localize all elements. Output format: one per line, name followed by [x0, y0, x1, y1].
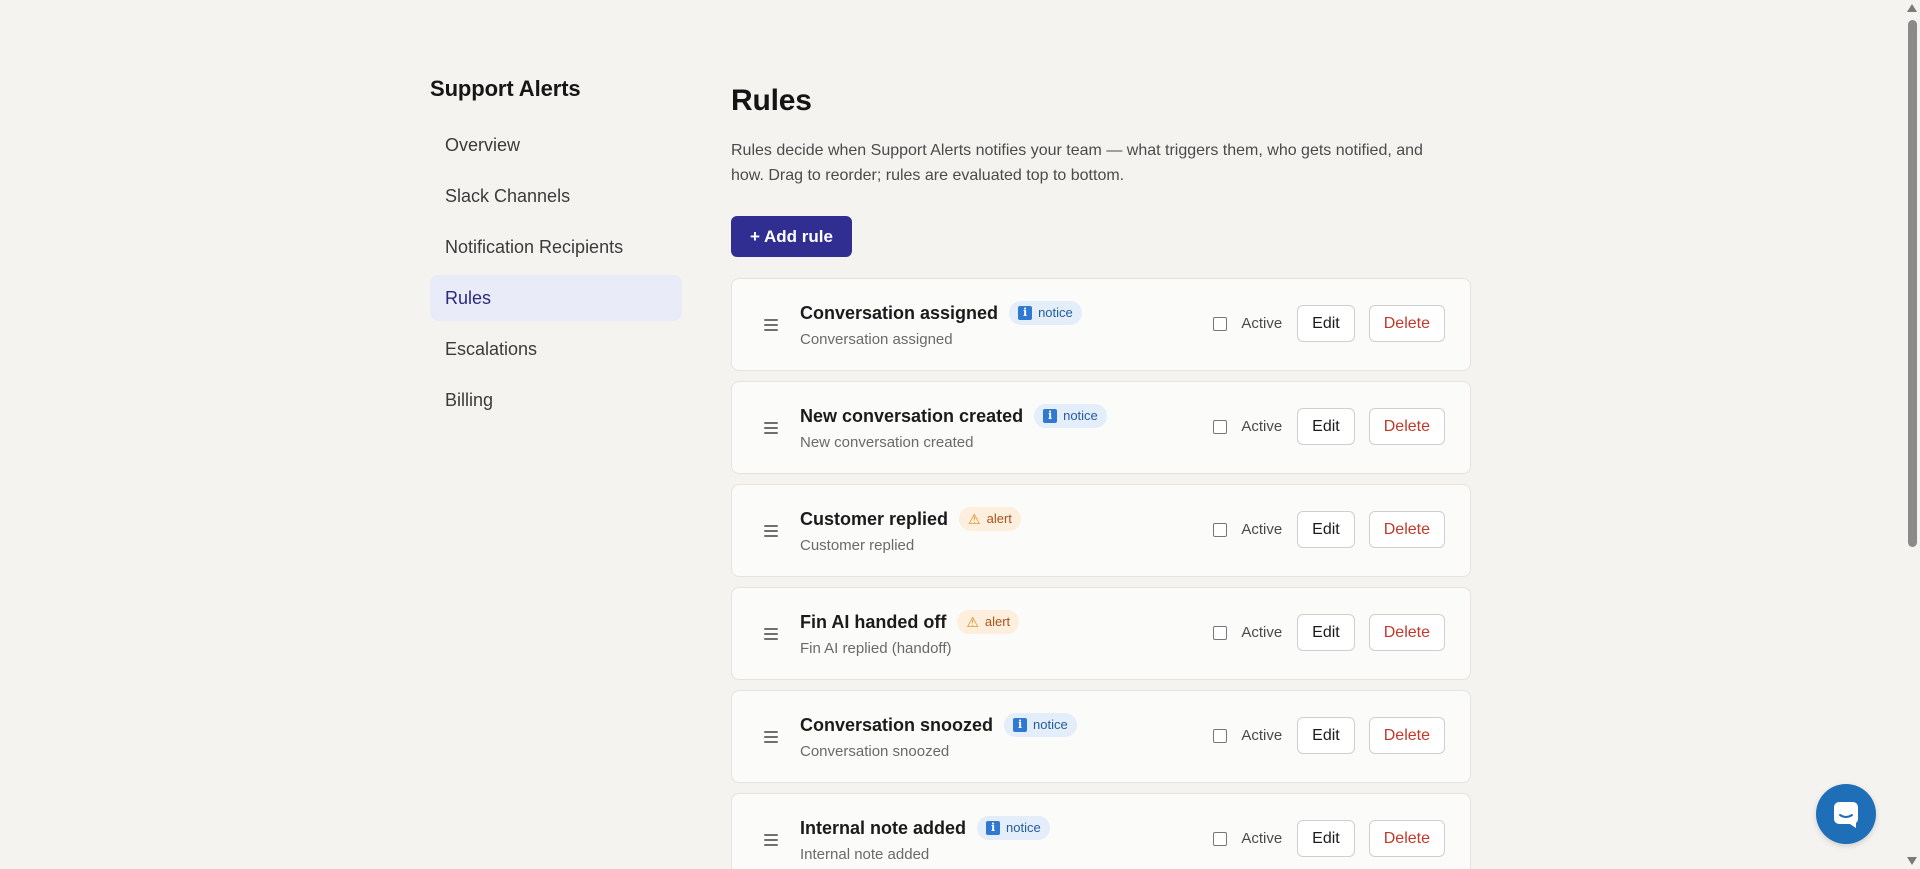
rule-card[interactable]: New conversation created i notice New co… [731, 381, 1471, 474]
severity-badge-label: notice [1038, 305, 1073, 320]
delete-button[interactable]: Delete [1368, 511, 1445, 548]
rule-name: Conversation assigned [800, 302, 999, 323]
drag-handle-icon[interactable] [764, 525, 778, 537]
sidebar-item-rules[interactable]: Rules [430, 275, 682, 321]
active-checkbox[interactable] [1213, 831, 1228, 846]
sidebar-item-overview[interactable]: Overview [430, 122, 682, 168]
active-label: Active [1241, 830, 1283, 847]
active-checkbox[interactable] [1213, 625, 1228, 640]
active-checkbox[interactable] [1213, 419, 1228, 434]
active-checkbox[interactable] [1213, 728, 1228, 743]
page-description: Rules decide when Support Alerts notifie… [731, 142, 1423, 184]
delete-button[interactable]: Delete [1368, 408, 1445, 445]
active-label: Active [1241, 418, 1283, 435]
severity-badge-label: alert [984, 614, 1011, 629]
rule-trigger: Conversation snoozed [800, 743, 950, 760]
info-icon: i [1018, 306, 1033, 320]
delete-button[interactable]: Delete [1368, 820, 1445, 857]
add-rule-button[interactable]: + Add rule [731, 216, 852, 257]
rule-trigger: New conversation created [800, 434, 974, 451]
rule-name: Customer replied [800, 508, 949, 529]
rule-name: Internal note added [800, 817, 967, 838]
app-brand: Support Alerts [430, 76, 581, 101]
sidebar-item-escalations[interactable]: Escalations [430, 326, 682, 372]
active-label: Active [1241, 727, 1283, 744]
drag-handle-icon[interactable] [764, 422, 778, 434]
page-title: Rules [731, 84, 812, 117]
edit-button[interactable]: Edit [1297, 717, 1355, 754]
severity-badge: i notice [1009, 301, 1082, 325]
rule-name: Fin AI handed off [800, 611, 947, 632]
rule-card[interactable]: Customer replied ⚠ alert Customer replie… [731, 484, 1471, 577]
edit-button[interactable]: Edit [1297, 511, 1355, 548]
rule-trigger: Customer replied [800, 537, 915, 554]
drag-handle-icon[interactable] [764, 834, 778, 846]
delete-button[interactable]: Delete [1368, 717, 1445, 754]
info-icon: i [1013, 718, 1028, 732]
info-icon: i [1043, 409, 1058, 423]
severity-badge-label: notice [1006, 820, 1041, 835]
severity-badge-label: notice [1033, 717, 1068, 732]
warning-icon: ⚠ [968, 511, 981, 527]
active-label: Active [1241, 624, 1283, 641]
severity-badge: ⚠ alert [957, 610, 1020, 634]
sidebar-item-notification-recipients[interactable]: Notification Recipients [430, 224, 682, 270]
active-checkbox[interactable] [1213, 316, 1228, 331]
drag-handle-icon[interactable] [764, 319, 778, 331]
severity-badge-label: alert [986, 511, 1012, 526]
rule-card[interactable]: Conversation snoozed i notice Conversati… [731, 690, 1471, 783]
edit-button[interactable]: Edit [1297, 820, 1355, 857]
rule-trigger: Conversation assigned [800, 331, 953, 348]
edit-button[interactable]: Edit [1297, 305, 1355, 342]
rule-card[interactable]: Conversation assigned i notice Conversat… [731, 278, 1471, 371]
severity-badge: i notice [1034, 404, 1107, 428]
rule-card[interactable]: Internal note added i notice Internal no… [731, 793, 1471, 869]
severity-badge: i notice [1004, 713, 1077, 737]
sidebar: Support Alerts Overview Slack Channels N… [430, 76, 682, 428]
rule-name: New conversation created [800, 405, 1024, 426]
scroll-up-arrow-icon[interactable] [1907, 4, 1917, 12]
warning-icon: ⚠ [966, 614, 979, 630]
page-scrollbar[interactable] [1904, 0, 1920, 869]
rule-card[interactable]: Fin AI handed off ⚠ alert Fin AI replied… [731, 587, 1471, 680]
drag-handle-icon[interactable] [764, 628, 778, 640]
delete-button[interactable]: Delete [1368, 614, 1445, 651]
edit-button[interactable]: Edit [1297, 614, 1355, 651]
rule-trigger: Internal note added [800, 846, 930, 863]
active-label: Active [1241, 315, 1283, 332]
scroll-down-arrow-icon[interactable] [1907, 857, 1917, 865]
edit-button[interactable]: Edit [1297, 408, 1355, 445]
delete-button[interactable]: Delete [1368, 305, 1445, 342]
chat-launcher-button[interactable] [1816, 784, 1876, 844]
scroll-thumb[interactable] [1908, 20, 1917, 547]
rule-trigger: Fin AI replied (handoff) [800, 640, 952, 657]
active-label: Active [1241, 521, 1283, 538]
rule-name: Conversation snoozed [800, 714, 994, 735]
severity-badge: i notice [977, 816, 1050, 840]
severity-badge-label: notice [1063, 408, 1098, 423]
drag-handle-icon[interactable] [764, 731, 778, 743]
info-icon: i [986, 821, 1001, 835]
severity-badge: ⚠ alert [959, 507, 1021, 531]
main-content: Rules Rules decide when Support Alerts n… [731, 84, 1471, 869]
sidebar-item-billing[interactable]: Billing [430, 377, 682, 423]
chat-icon [1834, 802, 1858, 828]
active-checkbox[interactable] [1213, 522, 1228, 537]
sidebar-item-slack-channels[interactable]: Slack Channels [430, 173, 682, 219]
rules-list: Conversation assigned i notice Conversat… [731, 278, 1471, 869]
